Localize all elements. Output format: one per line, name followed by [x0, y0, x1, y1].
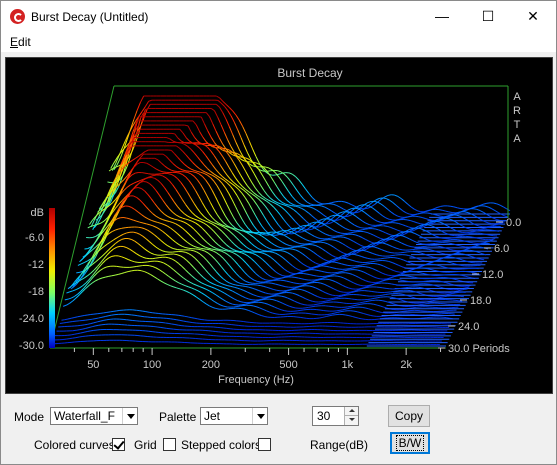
title-bar[interactable]: Burst Decay (Untitled) — ☐ ✕ — [1, 1, 556, 32]
copy-button[interactable]: Copy — [388, 405, 430, 427]
app-icon — [10, 9, 25, 24]
x-tick-label: 200 — [202, 359, 220, 371]
arta-brand: ARTA — [513, 91, 521, 145]
brand-letter: A — [513, 91, 521, 103]
grid-checkbox[interactable] — [163, 438, 176, 451]
burst-decay-plot: Burst Decay ARTA dB -6.0 -12 -18 -24.0 -30.0 … — [5, 57, 553, 394]
waterfall-chart: Burst Decay ARTA dB-6.0-12-18-24.0-30.0 … — [19, 66, 521, 386]
db-tick-label: -12 — [28, 259, 44, 271]
brand-letter: T — [514, 119, 521, 131]
db-unit-label: dB — [31, 207, 44, 219]
minimize-button[interactable]: — — [419, 1, 465, 32]
menu-edit[interactable]: Edit — [10, 35, 31, 49]
spin-down-icon[interactable] — [344, 416, 358, 425]
plot-title: Burst Decay — [277, 66, 342, 80]
range-spinner[interactable]: 30 — [312, 406, 359, 426]
db-tick-label: -30.0 — [19, 340, 44, 352]
stepped-colors-label: Stepped colors — [181, 438, 262, 452]
controls-panel: Mode Waterfall_F Palette Jet 30 Copy Col… — [1, 396, 556, 464]
db-axis: dB -6.0 -12 -18 -24.0 -30.0 — [19, 207, 44, 352]
spin-up-icon[interactable] — [344, 407, 358, 416]
range-value: 30 — [317, 409, 331, 423]
period-tick-label: 30.0 Periods — [448, 343, 510, 355]
x-tick-label: 100 — [143, 359, 161, 371]
mode-select[interactable]: Waterfall_F — [50, 407, 138, 425]
waterfall-surface — [50, 95, 511, 349]
bw-button-label: B/W — [395, 435, 425, 451]
colored-curves-checkbox[interactable] — [112, 438, 125, 451]
brand-letter: R — [513, 105, 521, 117]
x-tick-label: 1k — [342, 359, 354, 371]
mode-label: Mode — [14, 410, 45, 424]
db-color-scale — [49, 208, 55, 348]
maximize-button[interactable]: ☐ — [465, 1, 511, 32]
period-tick-label: 12.0 — [482, 269, 503, 281]
burst-decay-window: Burst Decay (Untitled) — ☐ ✕ Edit Burst … — [0, 0, 557, 465]
mode-value: Waterfall_F — [54, 409, 115, 423]
palette-value: Jet — [204, 409, 221, 423]
period-tick-label: 6.0 — [494, 243, 509, 255]
db-tick-label: -18 — [28, 286, 44, 298]
colored-curves-label: Colored curves — [34, 438, 115, 452]
grid-label: Grid — [134, 438, 157, 452]
period-tick-label: 18.0 — [470, 295, 491, 307]
x-tick-label: 500 — [279, 359, 297, 371]
frequency-axis: 50 100 200 500 1k 2k — [73, 348, 442, 371]
palette-select[interactable]: Jet — [200, 407, 268, 425]
chevron-down-icon[interactable] — [122, 408, 137, 424]
period-tick-label: 24.0 — [458, 321, 479, 333]
menu-edit-mnemonic: E — [10, 35, 19, 49]
x-tick-label: 50 — [87, 359, 99, 371]
range-db-label: Range(dB) — [310, 438, 369, 452]
palette-label: Palette — [159, 410, 197, 424]
window-title: Burst Decay (Untitled) — [31, 10, 149, 24]
bw-button[interactable]: B/W — [390, 432, 430, 454]
period-tick-label: 0.0 — [506, 217, 521, 229]
menu-edit-rest: dit — [18, 35, 31, 49]
brand-letter: A — [513, 133, 521, 145]
x-tick-label: 2k — [400, 359, 412, 371]
stepped-colors-checkbox[interactable] — [258, 438, 271, 451]
db-tick-label: -6.0 — [25, 232, 44, 244]
x-axis-label: Frequency (Hz) — [218, 374, 294, 386]
db-tick-label: -24.0 — [19, 313, 44, 325]
close-button[interactable]: ✕ — [510, 1, 556, 32]
chevron-down-icon[interactable] — [252, 408, 267, 424]
menu-bar: Edit — [1, 32, 556, 52]
